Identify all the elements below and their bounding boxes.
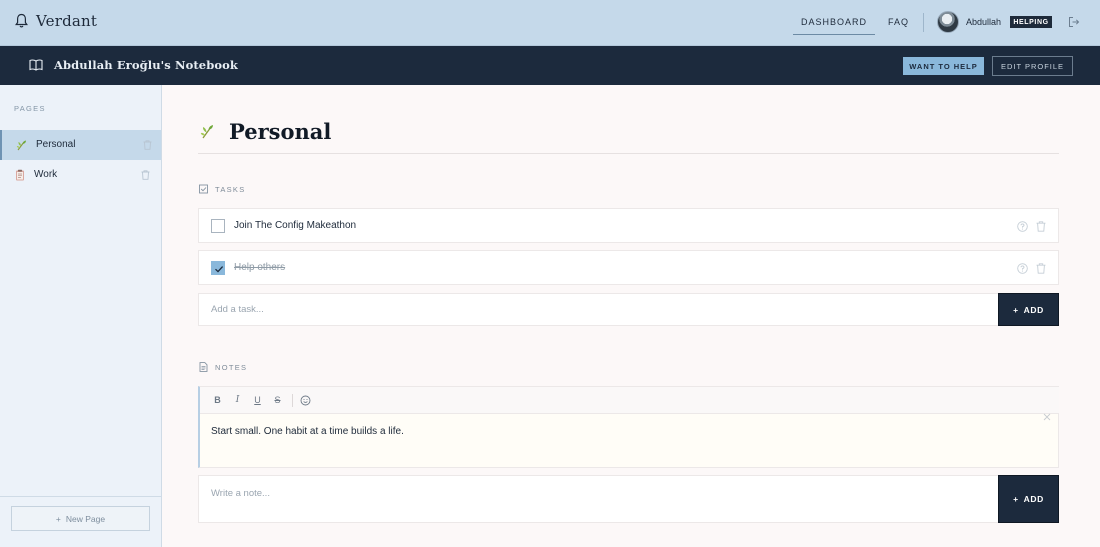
- sidebar-item-work[interactable]: Work: [0, 160, 161, 190]
- note-card: B I U S Start small. One habit at a time…: [198, 386, 1059, 468]
- page-title: Personal: [229, 119, 332, 144]
- plus-icon: +: [1013, 494, 1019, 504]
- task-checkbox[interactable]: [211, 261, 225, 275]
- add-note-row: + ADD: [198, 475, 1059, 523]
- main-content: Personal TASKS Join The Config Makeathon…: [162, 85, 1100, 547]
- status-badge: HELPING: [1010, 16, 1052, 28]
- task-text: Join The Config Makeathon: [234, 220, 357, 231]
- task-checkbox[interactable]: [211, 219, 225, 233]
- notes-heading: NOTES: [199, 362, 247, 372]
- toolbar-divider: [292, 394, 293, 407]
- check-icon: [215, 266, 224, 273]
- trash-icon[interactable]: [143, 140, 152, 150]
- sprout-icon: [16, 140, 26, 151]
- avatar[interactable]: [937, 11, 959, 33]
- note-toolbar: B I U S: [200, 387, 1059, 414]
- brand[interactable]: Verdant: [15, 12, 97, 30]
- add-note-button[interactable]: + ADD: [998, 475, 1059, 523]
- want-to-help-button[interactable]: WANT TO HELP: [903, 57, 984, 75]
- nav-faq[interactable]: FAQ: [888, 17, 909, 27]
- nav-dashboard[interactable]: DASHBOARD: [793, 15, 875, 35]
- tasks-heading: TASKS: [199, 184, 246, 194]
- task-text: Help others: [234, 262, 286, 273]
- notes-heading-label: NOTES: [215, 362, 248, 372]
- app-name: Verdant: [36, 12, 98, 30]
- close-icon[interactable]: [1043, 413, 1051, 421]
- title-divider: [198, 153, 1059, 154]
- tasks-heading-label: TASKS: [215, 184, 246, 194]
- checkbox-icon: [199, 184, 208, 194]
- task-item: Join The Config Makeathon: [198, 208, 1059, 243]
- clipboard-icon: [16, 169, 24, 181]
- sprout-icon: [200, 125, 213, 139]
- task-input[interactable]: [199, 294, 999, 325]
- add-task-row: + ADD: [198, 293, 1059, 326]
- task-item: Help others: [198, 250, 1059, 285]
- user-name: Abdullah: [966, 17, 1002, 27]
- help-icon[interactable]: [1017, 221, 1028, 232]
- help-icon[interactable]: [1017, 263, 1028, 274]
- book-icon: [29, 59, 43, 71]
- notebook-bar: Abdullah Eroğlu's Notebook WANT TO HELP …: [0, 46, 1100, 85]
- plus-icon: +: [55, 513, 61, 524]
- top-bar: Verdant DASHBOARD FAQ Abdullah HELPING: [0, 0, 1100, 46]
- new-page-button[interactable]: + New Page: [11, 506, 150, 531]
- edit-profile-button[interactable]: EDIT PROFILE: [992, 56, 1073, 76]
- strikethrough-button[interactable]: S: [272, 395, 283, 406]
- bell-icon: [15, 13, 28, 28]
- sidebar-item-label: Work: [34, 169, 58, 180]
- trash-icon[interactable]: [1036, 263, 1046, 274]
- sidebar-heading: PAGES: [14, 104, 46, 113]
- notebook-title: Abdullah Eroğlu's Notebook: [54, 58, 238, 72]
- underline-button[interactable]: U: [252, 395, 263, 406]
- add-task-button[interactable]: + ADD: [998, 293, 1059, 326]
- emoji-icon[interactable]: [300, 395, 311, 406]
- plus-icon: +: [1013, 304, 1019, 315]
- sidebar-divider: [0, 496, 161, 497]
- add-note-label: ADD: [1023, 494, 1044, 504]
- bold-button[interactable]: B: [212, 395, 223, 406]
- italic-button[interactable]: I: [232, 395, 243, 406]
- sidebar-item-personal[interactable]: Personal: [0, 130, 161, 160]
- document-icon: [199, 362, 208, 372]
- nav-divider: [923, 13, 924, 32]
- trash-icon[interactable]: [141, 170, 150, 180]
- note-text: Start small. One habit at a time builds …: [211, 426, 404, 437]
- add-task-label: ADD: [1023, 304, 1044, 315]
- logout-icon[interactable]: [1068, 16, 1080, 28]
- note-input[interactable]: [199, 476, 999, 510]
- sidebar: PAGES Personal Work + New Page: [0, 85, 162, 547]
- sidebar-item-label: Personal: [36, 139, 76, 150]
- new-page-label: New Page: [65, 513, 106, 524]
- trash-icon[interactable]: [1036, 221, 1046, 232]
